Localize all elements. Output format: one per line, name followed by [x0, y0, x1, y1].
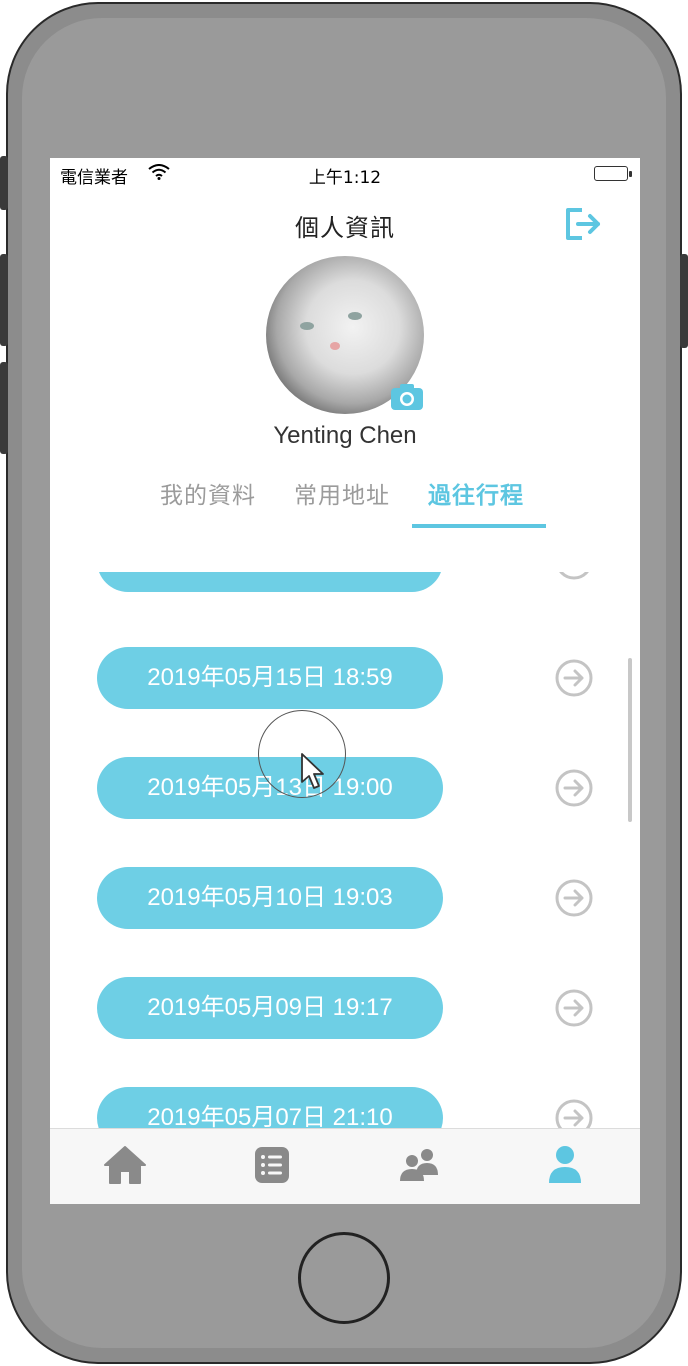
avatar-nose: [330, 342, 340, 350]
tab-past-trips[interactable]: 過往行程: [428, 476, 524, 510]
trip-row[interactable]: 2019年05月15日 18:59: [50, 647, 640, 711]
user-name: Yenting Chen: [273, 422, 417, 449]
trip-date-button[interactable]: 2019年05月07日 21:10: [97, 1087, 443, 1128]
arrow-right-circle-icon[interactable]: [554, 878, 594, 918]
tab-saved-addresses[interactable]: 常用地址: [294, 476, 390, 510]
arrow-right-circle-icon[interactable]: [554, 768, 594, 808]
arrow-right-circle-icon[interactable]: [554, 658, 594, 698]
volume-up-button: [0, 254, 8, 346]
camera-icon: [391, 384, 423, 410]
trip-date-button[interactable]: 2019年05月10日 19:03: [97, 867, 443, 929]
trip-row[interactable]: 2019年05月09日 19:17: [50, 977, 640, 1041]
trip-date-button[interactable]: 2019年05月09日 19:17: [97, 977, 443, 1039]
arrow-right-circle-icon[interactable]: [554, 988, 594, 1028]
tab-home[interactable]: [100, 1143, 150, 1187]
list-icon: [255, 1147, 289, 1183]
bottom-tab-bar: [50, 1128, 640, 1204]
trip-date-button[interactable]: 2019年05月15日 23:54: [97, 572, 443, 592]
trip-row[interactable]: 2019年05月15日 23:54: [50, 572, 640, 594]
trip-date-button[interactable]: 2019年05月15日 18:59: [97, 647, 443, 709]
tab-list[interactable]: [247, 1143, 297, 1187]
page-title: 個人資訊: [295, 214, 395, 242]
volume-down-button: [0, 362, 8, 454]
app-screen: 電信業者 上午1:12 個人資訊 Yenting Chen 我的資料 常用地址 …: [50, 158, 640, 1204]
home-icon: [104, 1146, 146, 1184]
tab-profile[interactable]: [540, 1143, 590, 1187]
users-icon: [400, 1149, 438, 1181]
pointer-icon: [301, 753, 324, 789]
avatar-eye-left: [300, 322, 314, 330]
power-button: [680, 254, 688, 348]
tab-friends[interactable]: [394, 1143, 444, 1187]
home-button[interactable]: [298, 1232, 390, 1324]
tab-my-info[interactable]: 我的資料: [160, 476, 256, 510]
trip-row[interactable]: 2019年05月10日 19:03: [50, 867, 640, 931]
status-bar: 電信業者 上午1:12: [50, 158, 640, 188]
trip-row[interactable]: 2019年05月07日 21:10: [50, 1087, 640, 1128]
active-tab-indicator: [412, 524, 546, 528]
trip-row[interactable]: 2019年05月13日 19:00: [50, 757, 640, 821]
arrow-right-circle-icon[interactable]: [554, 1098, 594, 1128]
logout-icon: [566, 208, 600, 240]
mute-switch: [0, 156, 8, 210]
logout-button[interactable]: [560, 202, 604, 246]
status-time: 上午1:12: [308, 168, 382, 188]
trip-list[interactable]: 2019年05月15日 23:54 2019年05月15日 18:59 2019…: [50, 572, 640, 1128]
change-photo-button[interactable]: [390, 382, 424, 412]
arrow-right-circle-icon[interactable]: [554, 572, 594, 581]
scrollbar[interactable]: [628, 658, 632, 822]
profile-tabs: 我的資料 常用地址 過往行程: [144, 476, 560, 532]
battery-icon: [594, 166, 632, 181]
profile-icon: [549, 1146, 581, 1183]
avatar-eye-right: [348, 312, 362, 320]
